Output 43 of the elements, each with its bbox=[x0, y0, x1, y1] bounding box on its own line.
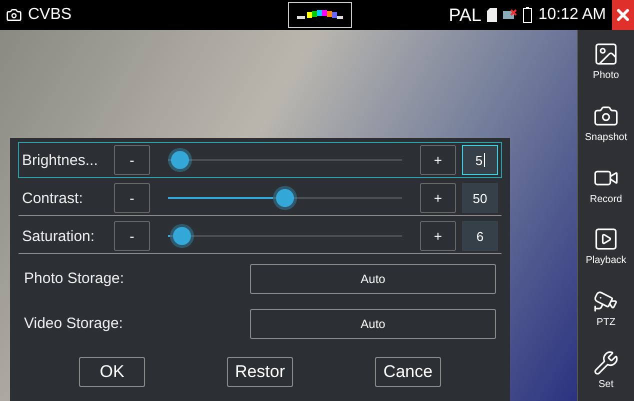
clock: 10:12 AM bbox=[538, 6, 606, 24]
sidebar-item[interactable]: Set bbox=[578, 339, 634, 401]
close-icon bbox=[614, 6, 632, 24]
video-standard: PAL bbox=[448, 4, 482, 26]
value-field[interactable]: 6 bbox=[462, 221, 498, 251]
sd-card-icon bbox=[487, 8, 498, 22]
camera-icon bbox=[6, 7, 22, 23]
image-icon bbox=[593, 40, 619, 67]
minus-button[interactable]: - bbox=[114, 221, 150, 251]
battery-icon bbox=[523, 7, 532, 23]
network-icon bbox=[503, 9, 518, 21]
close-button[interactable] bbox=[612, 0, 634, 30]
plus-button[interactable]: + bbox=[420, 221, 456, 251]
sidebar-item[interactable]: PTZ bbox=[578, 277, 634, 340]
source-label: CVBS bbox=[28, 6, 72, 24]
wrench-icon bbox=[593, 350, 619, 376]
storage-label: Video Storage: bbox=[24, 315, 124, 332]
dialog-button[interactable]: Cance bbox=[375, 356, 441, 386]
storage-dropdown[interactable]: Auto bbox=[250, 308, 496, 338]
slider-thumb[interactable] bbox=[170, 151, 189, 169]
sidebar-item[interactable]: Record bbox=[578, 154, 634, 216]
slider-row[interactable]: Contrast: - + 50 bbox=[18, 180, 502, 216]
slider-row[interactable]: Brightnes... - + 5 bbox=[18, 142, 502, 178]
plus-button[interactable]: + bbox=[420, 183, 456, 213]
slider-thumb[interactable] bbox=[276, 189, 294, 207]
storage-label: Photo Storage: bbox=[24, 270, 126, 287]
sidebar-item[interactable]: Playback bbox=[578, 215, 634, 278]
minus-button[interactable]: - bbox=[114, 183, 150, 213]
slider-label: Contrast: bbox=[22, 190, 84, 206]
slider-label: Brightnes... bbox=[22, 152, 99, 168]
storage-dropdown[interactable]: Auto bbox=[250, 264, 496, 294]
slider-label: Saturation: bbox=[22, 228, 96, 244]
slider-row[interactable]: Saturation: - + 6 bbox=[18, 218, 502, 254]
sidebar-item[interactable]: Photo bbox=[578, 30, 634, 92]
dialog-button[interactable]: OK bbox=[79, 356, 145, 386]
dialog-button[interactable]: Restor bbox=[227, 356, 293, 386]
play-icon bbox=[593, 226, 619, 252]
slider-thumb[interactable] bbox=[173, 227, 192, 245]
minus-button[interactable]: - bbox=[114, 145, 150, 175]
plus-button[interactable]: + bbox=[420, 145, 456, 175]
value-field[interactable]: 50 bbox=[462, 183, 498, 213]
value-field[interactable]: 5 bbox=[462, 145, 498, 175]
sidebar-item[interactable]: Snapshot bbox=[578, 92, 634, 154]
